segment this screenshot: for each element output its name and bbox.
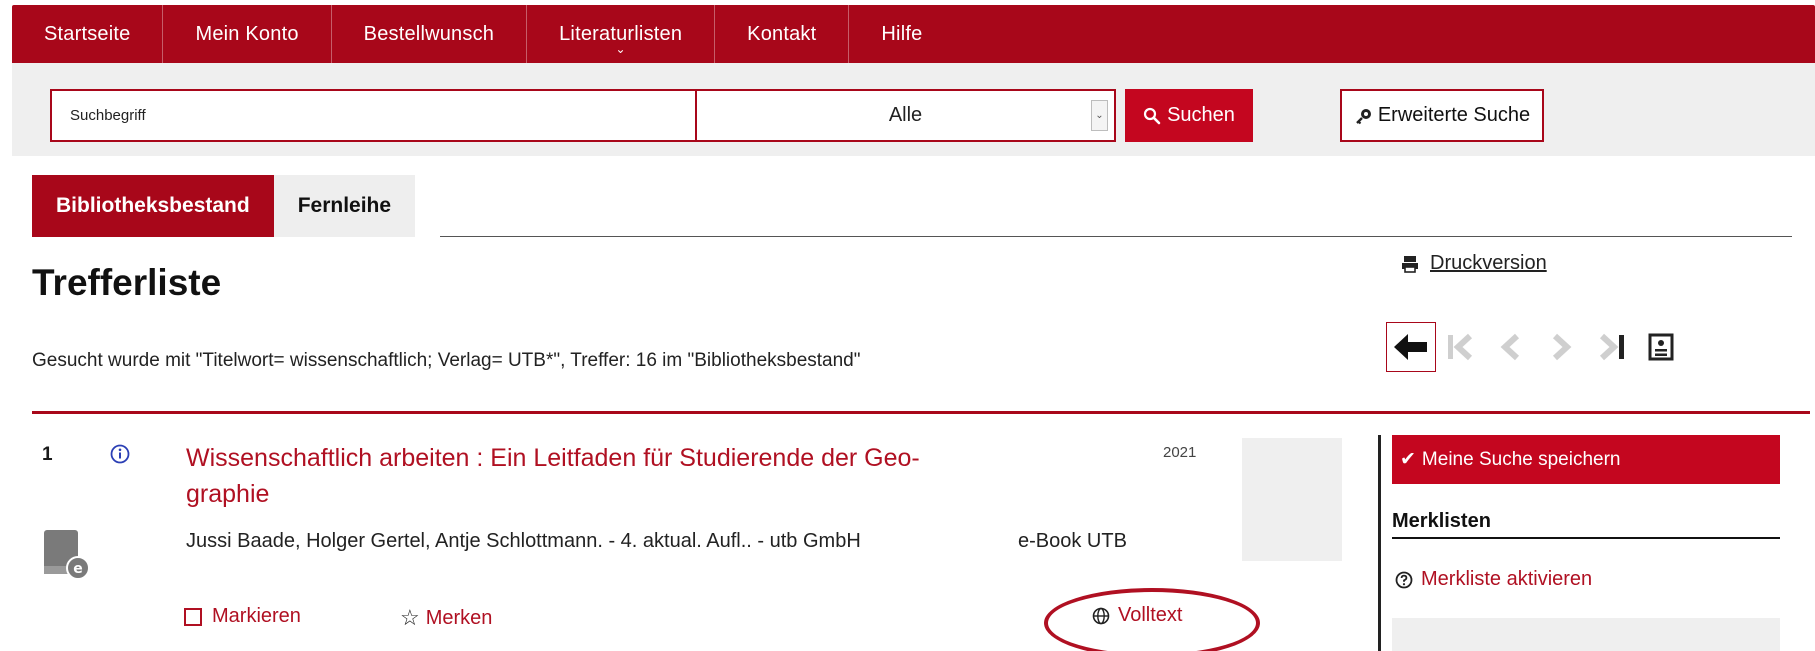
nav-item-kontakt[interactable]: Kontakt (715, 5, 850, 63)
nav-item-mein-konto[interactable]: Mein Konto (163, 5, 332, 63)
checkbox-icon (184, 607, 202, 626)
star-icon: ☆ (400, 605, 420, 630)
chevron-left-icon (1500, 333, 1520, 361)
last-page-icon (1599, 333, 1624, 361)
activate-merkliste-label: Merkliste aktivieren (1421, 568, 1593, 590)
search-button-label: Suchen (1167, 104, 1235, 126)
svg-text:e: e (73, 561, 83, 577)
save-search-button[interactable]: ✔ Meine Suche speichern (1392, 435, 1780, 484)
tabs-divider (440, 236, 1792, 237)
highlight-annotation (1044, 588, 1260, 651)
result-year: 2021 (1163, 444, 1197, 461)
tab-label: Bibliotheksbestand (56, 194, 250, 217)
nav-item-hilfe[interactable]: Hilfe (849, 5, 954, 63)
result-title-link[interactable]: Wissenschaftlich arbeiten : Ein Leitfade… (186, 440, 1006, 512)
full-record-button[interactable] (1636, 322, 1686, 372)
print-version-link[interactable]: Druckversion (1400, 252, 1547, 275)
nav-label: Startseite (44, 23, 131, 45)
ebook-icon: e (42, 528, 90, 585)
next-page-button[interactable] (1536, 322, 1586, 372)
chevron-down-icon: ⌄ (615, 42, 626, 56)
main-nav: Startseite Mein Konto Bestellwunsch Lite… (12, 5, 1815, 63)
query-summary: Gesucht wurde mit "Titelwort= wissenscha… (32, 350, 861, 371)
key-icon (1355, 108, 1371, 124)
result-tabs: Bibliotheksbestand Fernleihe (32, 175, 416, 237)
printer-icon (1402, 255, 1418, 273)
nav-item-startseite[interactable]: Startseite (12, 5, 164, 63)
result-pager (1386, 322, 1686, 372)
search-input-value: Suchbegriff (70, 107, 146, 124)
mark-checkbox[interactable]: Markieren (184, 605, 301, 628)
arrow-left-icon (1394, 334, 1427, 360)
activate-merkliste-link[interactable]: Merkliste aktivieren (1395, 568, 1592, 591)
help-icon (1395, 571, 1413, 588)
page-title: Trefferliste (32, 262, 222, 303)
mark-label: Markieren (212, 605, 301, 627)
info-icon[interactable] (110, 444, 130, 469)
tab-label: Fernleihe (297, 194, 392, 217)
search-scope-value: Alle (888, 104, 923, 126)
result-number: 1 (42, 444, 53, 465)
results-separator (32, 411, 1810, 414)
advanced-search-label: Erweiterte Suche (1377, 104, 1531, 126)
sidebar-divider (1378, 435, 1381, 651)
advanced-search-button[interactable]: Erweiterte Suche (1340, 89, 1544, 142)
first-page-icon (1448, 333, 1473, 361)
search-button[interactable]: Suchen (1125, 89, 1253, 142)
print-version-label: Druckversion (1430, 252, 1547, 274)
nav-label: Hilfe (881, 23, 923, 45)
chevron-right-icon (1552, 333, 1572, 361)
merklisten-divider (1392, 537, 1780, 539)
search-bar: Suchbegriff Alle ⌄ Suchen Erweiterte Suc… (12, 63, 1815, 156)
nav-label: Bestellwunsch (363, 23, 495, 45)
first-page-button[interactable] (1436, 322, 1486, 372)
document-icon (1648, 333, 1674, 361)
chevron-down-icon[interactable]: ⌄ (1091, 100, 1108, 131)
cover-thumbnail (1242, 438, 1342, 561)
merklisten-heading: Merklisten (1392, 510, 1491, 532)
bookmark-label: Merken (425, 606, 493, 629)
sidebar-panel (1392, 618, 1780, 651)
nav-item-bestellwunsch[interactable]: Bestellwunsch (332, 5, 528, 63)
search-scope-select[interactable]: Alle ⌄ (695, 89, 1116, 142)
nav-label: Mein Konto (195, 23, 299, 45)
bookmark-button[interactable]: ☆ Merken (400, 605, 492, 631)
tab-bibliotheksbestand[interactable]: Bibliotheksbestand (32, 175, 274, 237)
nav-label: Kontakt (747, 23, 817, 45)
result-media-type: e-Book UTB (1018, 530, 1127, 552)
previous-page-button[interactable] (1486, 322, 1536, 372)
search-input[interactable]: Suchbegriff (50, 89, 697, 142)
back-to-list-button[interactable] (1386, 322, 1436, 372)
checkmark-icon: ✔ (1400, 449, 1416, 470)
tab-fernleihe[interactable]: Fernleihe (273, 175, 416, 237)
nav-item-literaturlisten[interactable]: Literaturlisten ⌄ (527, 5, 716, 63)
last-page-button[interactable] (1586, 322, 1636, 372)
save-search-label: Meine Suche speichern (1421, 448, 1621, 470)
result-authors: Jussi Baade, Holger Gertel, Antje Schlot… (186, 530, 861, 552)
search-icon (1143, 107, 1161, 124)
